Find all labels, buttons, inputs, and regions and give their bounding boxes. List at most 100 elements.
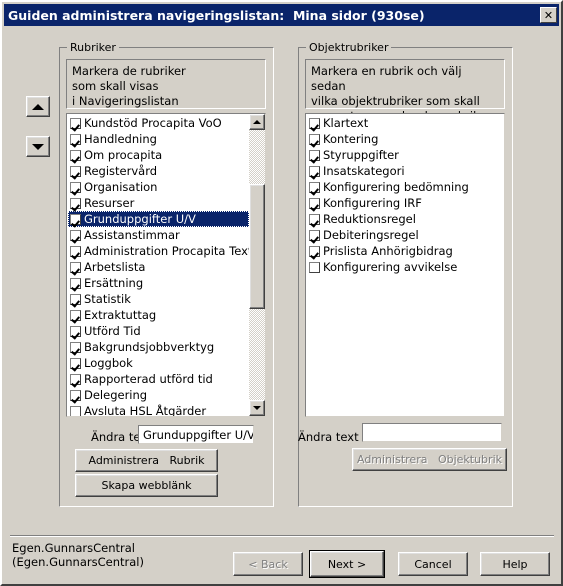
rubriker-scrollbar[interactable] xyxy=(249,114,265,416)
list-item-label: Prislista Anhörigbidrag xyxy=(323,244,453,258)
window-title: Guiden administrera navigeringslistan: M… xyxy=(8,7,425,23)
checkbox-checked-icon[interactable] xyxy=(70,165,81,177)
list-item[interactable]: Konfigurering avvikelse xyxy=(307,259,504,275)
checkbox-checked-icon[interactable] xyxy=(70,325,81,337)
checkbox-checked-icon[interactable] xyxy=(70,261,81,273)
checkbox-checked-icon[interactable] xyxy=(70,213,81,225)
list-item[interactable]: Konfigurering bedömning xyxy=(307,179,504,195)
objektrubriker-group-label: Objektrubriker xyxy=(306,41,392,54)
list-item-label: Klartext xyxy=(323,116,369,130)
checkbox-checked-icon[interactable] xyxy=(70,117,81,129)
checkbox-checked-icon[interactable] xyxy=(309,149,320,161)
cancel-button[interactable]: Cancel xyxy=(398,552,468,576)
list-item[interactable]: Styruppgifter xyxy=(307,147,504,163)
next-button[interactable]: Next > xyxy=(309,550,385,578)
list-item-label: Styruppgifter xyxy=(323,148,399,162)
checkbox-checked-icon[interactable] xyxy=(309,197,320,209)
scrollbar-thumb[interactable] xyxy=(249,184,265,309)
list-item-label: Konfigurering IRF xyxy=(323,196,422,210)
checkbox-checked-icon[interactable] xyxy=(309,165,320,177)
list-item-label: Resurser xyxy=(84,196,135,210)
skapa-webblank-button[interactable]: Skapa webblänk xyxy=(75,474,218,497)
list-item[interactable]: Arbetslista xyxy=(68,259,249,275)
list-item[interactable]: Administration Procapita Text xyxy=(68,243,249,259)
next-button-label: Next > xyxy=(310,551,384,577)
checkbox-checked-icon[interactable] xyxy=(309,213,320,225)
checkbox-checked-icon[interactable] xyxy=(70,373,81,385)
objektrubriker-edit-label: Ändra text xyxy=(298,430,359,444)
list-item[interactable]: Om procapita xyxy=(68,147,249,163)
scrollbar-up-button[interactable] xyxy=(249,114,265,130)
checkbox-checked-icon[interactable] xyxy=(70,149,81,161)
list-item[interactable]: Extraktuttag xyxy=(68,307,249,323)
list-item[interactable]: Grunduppgifter U/V xyxy=(68,211,249,227)
list-item[interactable]: Loggbok xyxy=(68,355,249,371)
administrera-rubrik-button[interactable]: Administrera Rubrik xyxy=(75,449,218,472)
checkbox-checked-icon[interactable] xyxy=(309,133,320,145)
list-item-label: Insatskategori xyxy=(323,164,405,178)
administrera-objektubrik-button[interactable]: Administrera Objektubrik xyxy=(352,448,507,471)
list-item-label: Statistik xyxy=(84,292,131,306)
checkbox-checked-icon[interactable] xyxy=(70,357,81,369)
move-up-button[interactable] xyxy=(26,96,50,117)
list-item[interactable]: Avsluta HSL Åtgärder xyxy=(68,403,249,416)
checkbox-unchecked-icon[interactable] xyxy=(309,261,320,273)
list-item[interactable]: Registervård xyxy=(68,163,249,179)
list-item-label: Handledning xyxy=(84,132,157,146)
title-bar: Guiden administrera navigeringslistan: M… xyxy=(4,4,559,26)
list-item[interactable]: Bakgrundsjobbverktyg xyxy=(68,339,249,355)
list-item-label: Utförd Tid xyxy=(84,324,141,338)
list-item[interactable]: Kundstöd Procapita VoO xyxy=(68,115,249,131)
rubriker-list-items: Kundstöd Procapita VoO Handledning Om proc… xyxy=(68,115,249,416)
checkbox-checked-icon[interactable] xyxy=(70,389,81,401)
close-icon[interactable]: ✕ xyxy=(540,7,557,23)
list-item[interactable]: Assistanstimmar xyxy=(68,227,249,243)
checkbox-checked-icon[interactable] xyxy=(309,245,320,257)
checkbox-checked-icon[interactable] xyxy=(70,293,81,305)
checkbox-checked-icon[interactable] xyxy=(309,229,320,241)
list-item-label: Konfigurering bedömning xyxy=(323,180,469,194)
list-item[interactable]: Rapporterad utförd tid xyxy=(68,371,249,387)
move-down-button[interactable] xyxy=(26,136,50,157)
checkbox-checked-icon[interactable] xyxy=(309,117,320,129)
help-button[interactable]: Help xyxy=(480,552,550,576)
list-item[interactable]: Prislista Anhörigbidrag xyxy=(307,243,504,259)
checkbox-checked-icon[interactable] xyxy=(70,181,81,193)
back-button[interactable]: < Back xyxy=(233,552,303,576)
list-item[interactable]: Utförd Tid xyxy=(68,323,249,339)
list-item-label: Ersättning xyxy=(84,276,144,290)
list-item[interactable]: Delegering xyxy=(68,387,249,403)
checkbox-checked-icon[interactable] xyxy=(309,181,320,193)
list-item[interactable]: Kontering xyxy=(307,131,504,147)
wizard-dialog: Guiden administrera navigeringslistan: M… xyxy=(0,0,563,586)
list-item[interactable]: Klartext xyxy=(307,115,504,131)
rubriker-edit-input[interactable]: Grunduppgifter U/V xyxy=(138,425,254,444)
list-item[interactable]: Debiteringsregel xyxy=(307,227,504,243)
list-item[interactable]: Statistik xyxy=(68,291,249,307)
rubriker-listbox[interactable]: Kundstöd Procapita VoO Handledning Om proc… xyxy=(66,113,266,417)
list-item[interactable]: Organisation xyxy=(68,179,249,195)
checkbox-checked-icon[interactable] xyxy=(70,341,81,353)
back-button-label: < Back xyxy=(248,557,288,571)
objektrubriker-edit-input[interactable] xyxy=(362,423,502,442)
scrollbar-down-button[interactable] xyxy=(249,400,265,416)
list-item[interactable]: Handledning xyxy=(68,131,249,147)
list-item[interactable]: Reduktionsregel xyxy=(307,211,504,227)
checkbox-checked-icon[interactable] xyxy=(70,197,81,209)
checkbox-checked-icon[interactable] xyxy=(70,133,81,145)
objektrubriker-listbox[interactable]: Klartext Kontering Styruppgifter Insatskate… xyxy=(305,113,505,417)
list-item-label: Organisation xyxy=(84,180,158,194)
list-item-label: Arbetslista xyxy=(84,260,146,274)
list-item[interactable]: Konfigurering IRF xyxy=(307,195,504,211)
checkbox-checked-icon[interactable] xyxy=(70,277,81,289)
list-item-label: Loggbok xyxy=(84,356,133,370)
checkbox-checked-icon[interactable] xyxy=(70,229,81,241)
list-item[interactable]: Ersättning xyxy=(68,275,249,291)
checkbox-checked-icon[interactable] xyxy=(70,245,81,257)
list-item[interactable]: Insatskategori xyxy=(307,163,504,179)
checkbox-checked-icon[interactable] xyxy=(70,309,81,321)
checkbox-unchecked-icon[interactable] xyxy=(70,405,81,416)
list-item[interactable]: Resurser xyxy=(68,195,249,211)
scroll-down-icon xyxy=(253,406,261,410)
list-item-label: Grunduppgifter U/V xyxy=(84,212,196,226)
